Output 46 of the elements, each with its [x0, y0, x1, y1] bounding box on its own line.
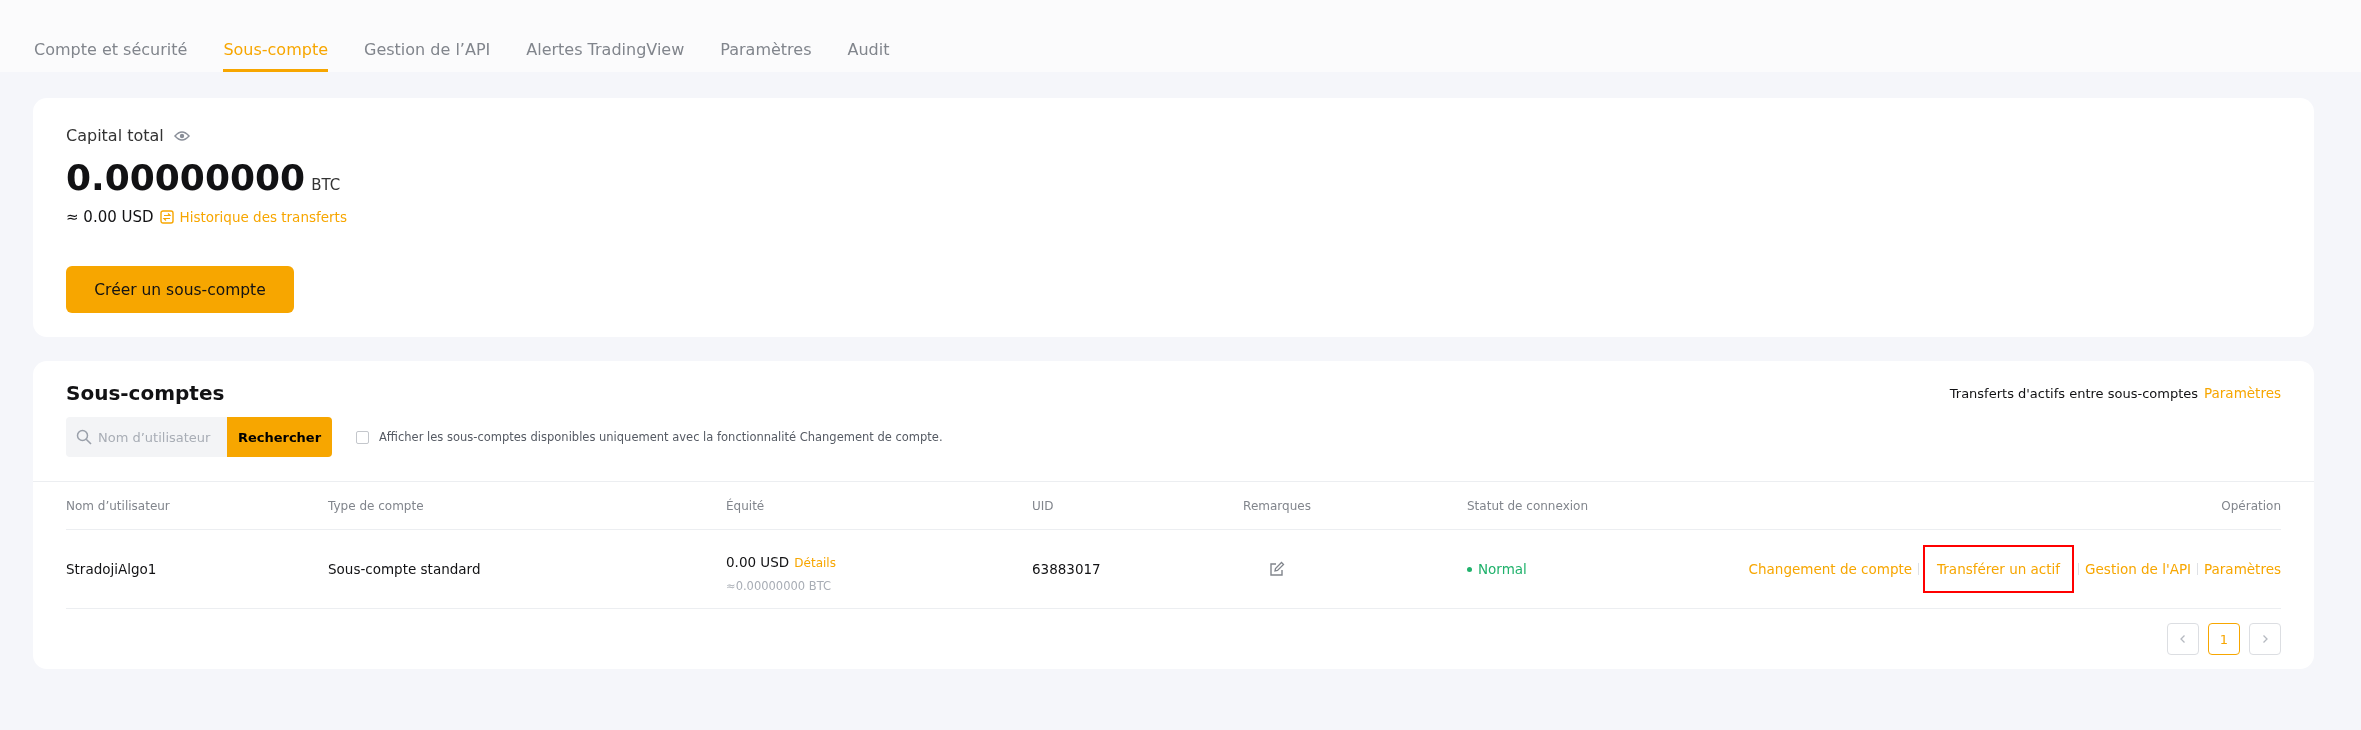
equity-btc: ≈0.00000000 BTC [726, 578, 833, 593]
tab[interactable]: Sous-compte [223, 40, 328, 72]
details-link[interactable]: Détails [794, 555, 836, 570]
tab[interactable]: Paramètres [720, 40, 812, 72]
column-header: Type de compte [328, 498, 425, 513]
column-header: Remarques [1242, 498, 1312, 513]
operation-link[interactable]: Transférer un actif [1925, 547, 2073, 591]
operation-link[interactable]: Paramètres [2204, 547, 2281, 591]
column-header: Équité [726, 498, 766, 513]
table-cell-text: 63883017 [1032, 561, 1102, 577]
column-header: Statut de connexion [1466, 498, 1590, 513]
capital-amount: 0.00000000 [66, 157, 306, 198]
tab[interactable]: Alertes TradingView [526, 40, 685, 72]
next-page-button[interactable] [2249, 623, 2281, 655]
page-button[interactable]: 1 [2208, 623, 2240, 655]
usd-value: ≈ 0.00 USD [66, 208, 154, 226]
transfer-settings-text: Transferts d'actifs entre sous-comptes [1949, 385, 2198, 401]
filter-label: Afficher les sous-comptes disponibles uniquement avec la fonctionnalité Changement de compte. [379, 430, 943, 444]
operation-link[interactable]: Gestion de l'API [2085, 547, 2191, 591]
capital-label: Capital total [66, 126, 164, 145]
search-icon [76, 429, 92, 445]
tab[interactable]: Gestion de l’API [364, 40, 491, 72]
transfer-history-link[interactable]: Historique des transferts [179, 209, 347, 225]
operation-link[interactable]: Changement de compte [1748, 547, 1913, 591]
eye-icon[interactable] [173, 129, 190, 142]
settings-link[interactable]: Paramètres [2204, 385, 2281, 401]
tab[interactable]: Compte et sécurité [34, 40, 188, 72]
create-subaccount-button[interactable]: Créer un sous-compte [66, 266, 294, 313]
section-title: Sous-comptes [66, 381, 225, 405]
search-field[interactable]: Nom d’utilisateur [66, 417, 227, 457]
transfer-icon [159, 210, 174, 224]
column-header: Opération [2221, 498, 2281, 513]
tab[interactable]: Audit [847, 40, 890, 72]
previous-page-button[interactable] [2167, 623, 2199, 655]
edit-icon[interactable] [1269, 561, 1285, 577]
chevron-left-icon [2178, 634, 2188, 644]
column-header: Nom d’utilisateur [66, 498, 171, 513]
currency-unit: BTC [311, 176, 341, 194]
table-cell-text: Sous-compte standard [328, 561, 482, 577]
status-text: Normal [1478, 561, 1527, 577]
search-button[interactable]: Rechercher [227, 417, 332, 457]
table-cell-text: StradojiAlgo1 [66, 561, 158, 577]
equity-usd: 0.00 USD [726, 553, 790, 570]
column-header: UID [1032, 498, 1055, 513]
checkbox[interactable] [356, 430, 369, 444]
chevron-right-icon [2260, 634, 2270, 644]
